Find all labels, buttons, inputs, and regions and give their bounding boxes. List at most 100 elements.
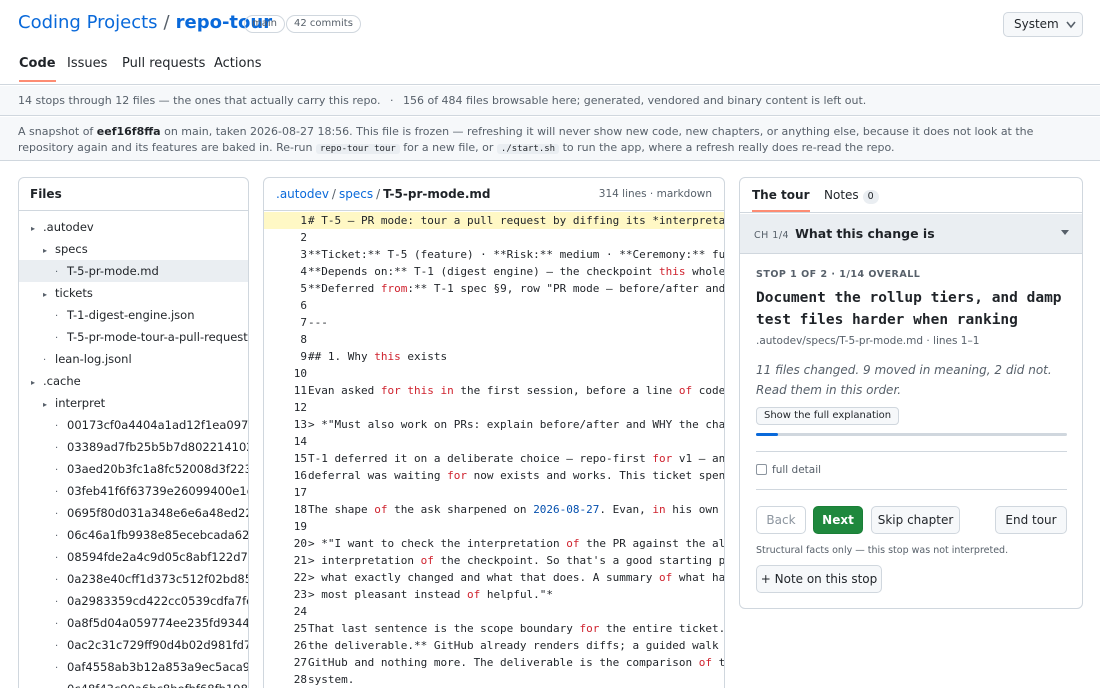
file-bullet-icon: ·: [55, 663, 59, 674]
line-number: 19: [293, 520, 307, 533]
file-bullet-icon: ·: [55, 443, 59, 454]
tree-item-label: lean-log.jsonl: [55, 352, 132, 366]
code-keyword: for: [652, 452, 673, 465]
tree-file[interactable]: · 0a8f5d04a059774ee235fd9344f66: [19, 612, 248, 634]
caret-right-icon: ▸: [43, 400, 48, 409]
file-bullet-icon: ·: [55, 333, 59, 344]
tree-file[interactable]: · 00173cf0a4404a1ad12f1ea09760b: [19, 414, 248, 436]
tree-file[interactable]: · 0a238e40cff1d373c512f02bd85f45: [19, 568, 248, 590]
tree-item-label: 03aed20b3fc1a8fc52008d3f223eb: [67, 462, 248, 476]
tree-file[interactable]: · 0ac2c31c729ff90d4b02d981fd7fb4: [19, 634, 248, 656]
show-explanation-button[interactable]: Show the full explanation: [756, 407, 900, 425]
tree-item-label: 00173cf0a4404a1ad12f1ea09760b: [67, 418, 248, 432]
code-text: the ask sharpened on: [387, 503, 534, 516]
file-bullet-icon: ·: [55, 680, 67, 688]
end-tour-button[interactable]: End tour: [995, 506, 1067, 534]
code-line: 12: [264, 399, 724, 416]
path-segment-specs[interactable]: specs: [339, 187, 373, 201]
file-bullet-icon: ·: [55, 641, 59, 652]
commit-hash: eef16f8ffa: [96, 125, 161, 138]
line-number: 25: [293, 622, 307, 635]
full-detail-checkbox[interactable]: [756, 464, 767, 475]
stop-number: STOP 1 OF 2 · 1/14 OVERALL: [756, 269, 921, 280]
code-text: whole tic: [692, 265, 724, 278]
tab-notes[interactable]: Notes 0: [824, 188, 879, 212]
skip-chapter-button[interactable]: Skip chapter: [871, 506, 960, 534]
tree-folder[interactable]: ▸ tickets: [19, 282, 248, 304]
files-title: Files: [19, 178, 248, 211]
tab-issues[interactable]: Issues: [67, 56, 107, 80]
file-bullet-icon: ·: [55, 575, 59, 586]
stop-description: 11 files changed. 9 moved in meaning, 2 …: [756, 363, 1052, 397]
stop-location[interactable]: .autodev/specs/T-5-pr-mode.md · lines 1–…: [756, 335, 979, 347]
chevron-down-icon: [1066, 13, 1076, 45]
code-text: T-1 deferred it on a deliberate choice —…: [308, 452, 653, 465]
tree-file[interactable]: · 0af4558ab3b12a853a9ec5aca9996: [19, 656, 248, 678]
file-bullet-icon: ·: [55, 531, 59, 542]
tree-item-label: 0af4558ab3b12a853a9ec5aca9996: [67, 660, 248, 674]
owner-link[interactable]: Coding Projects: [18, 12, 158, 33]
snapshot-notice: A snapshot of eef16f8ffa on main, taken …: [0, 117, 1100, 161]
tree-item-label: 0ac2c31c729ff90d4b02d981fd7fb4: [67, 638, 248, 652]
tree-folder[interactable]: ▸ specs: [19, 238, 248, 260]
tree-file[interactable]: · 08594fde2a4c9d05c8abf122d7a7e: [19, 546, 248, 568]
code-viewer: .autodev / specs / T-5-pr-mode.md 314 lines …: [263, 177, 725, 688]
add-note-button[interactable]: + Note on this stop: [756, 565, 882, 593]
tree-item-label: 08594fde2a4c9d05c8abf122d7a7e: [67, 550, 248, 564]
code-line: 18The shape of the ask sharpened on 2026…: [264, 501, 724, 518]
line-number: 21: [293, 554, 307, 567]
file-bullet-icon: ·: [55, 509, 59, 520]
files-panel: Files ▸ .autodev ▸ specs · T-5-pr-mode.md ▸ tic…: [18, 177, 249, 688]
code-line: 23> most pleasant instead of helpful."*: [264, 586, 724, 603]
branch-badge: main: [244, 15, 285, 33]
tree-item-label: specs: [55, 242, 88, 256]
divider: [756, 451, 1067, 452]
tab-code[interactable]: Code: [19, 56, 56, 82]
code-text: two *: [712, 656, 724, 669]
chapter-header[interactable]: CH 1/4 What this change is: [740, 214, 1082, 254]
tour-panel: The tour Notes 0 CH 1/4 What this change i…: [739, 177, 1083, 609]
tree-file[interactable]: · 03feb41f6f63739e26099400e1d6f: [19, 480, 248, 502]
tree-file[interactable]: · 0695f80d031a348e6e6a48ed22e1: [19, 502, 248, 524]
line-number: 12: [293, 401, 307, 414]
line-number: 26: [293, 639, 307, 652]
tree-file[interactable]: · T-5-pr-mode.md: [19, 260, 248, 282]
tab-pull-requests[interactable]: Pull requests: [122, 56, 205, 80]
code-lines: 1# T-5 — PR mode: tour a pull request by…: [264, 212, 724, 688]
tree-item-label: T-1-digest-engine.json: [67, 308, 195, 322]
line-number: 3: [300, 248, 307, 261]
next-button[interactable]: Next: [813, 506, 863, 534]
tree-file[interactable]: · T-5-pr-mode-tour-a-pull-request-b: [19, 326, 248, 348]
tree-file[interactable]: · 0a2983359cd422cc0539cdfa7fef67: [19, 590, 248, 612]
back-button[interactable]: Back: [756, 506, 806, 534]
tree-item-label: 0695f80d031a348e6e6a48ed22e1: [67, 506, 248, 520]
tree-file[interactable]: · 06c46a1fb9938e85ecebcada62936: [19, 524, 248, 546]
tree-item-label: interpret: [55, 396, 106, 410]
full-detail-toggle[interactable]: full detail: [756, 464, 821, 476]
path-segment-autodev[interactable]: .autodev: [276, 187, 329, 201]
line-number: 14: [293, 435, 307, 448]
tree-folder[interactable]: ▸ .autodev: [19, 216, 248, 238]
tree-item-label: tickets: [55, 286, 93, 300]
file-bullet-icon: ·: [55, 311, 59, 322]
structural-facts-note: Structural facts only — this stop was no…: [756, 545, 1009, 556]
tab-actions[interactable]: Actions: [214, 56, 262, 80]
tree-file[interactable]: · lean-log.jsonl: [19, 348, 248, 370]
tree-folder[interactable]: ▸ interpret: [19, 392, 248, 414]
file-tree: ▸ .autodev ▸ specs · T-5-pr-mode.md ▸ tickets · T…: [19, 212, 248, 688]
theme-select[interactable]: System: [1003, 12, 1083, 37]
code-keyword: of: [678, 384, 693, 397]
code-text: . Evan,: [599, 503, 653, 516]
line-number: 13: [293, 418, 307, 431]
file-meta: 314 lines · markdown: [598, 188, 712, 200]
tree-file[interactable]: · T-1-digest-engine.json: [19, 304, 248, 326]
tab-the-tour[interactable]: The tour: [752, 188, 810, 212]
code-line: 5**Deferred from:** T-1 spec §9, row "PR…: [264, 280, 724, 297]
line-number: 9: [300, 350, 307, 363]
tree-file[interactable]: ·0c48f43c90a6bc8befbf68fb19869: [19, 678, 248, 688]
tree-folder[interactable]: ▸ .cache: [19, 370, 248, 392]
tree-file[interactable]: · 03389ad7fb25b5b7d802214102dd: [19, 436, 248, 458]
code-line: 19: [264, 518, 724, 535]
code-keyword: of: [466, 588, 481, 601]
tree-file[interactable]: · 03aed20b3fc1a8fc52008d3f223eb: [19, 458, 248, 480]
